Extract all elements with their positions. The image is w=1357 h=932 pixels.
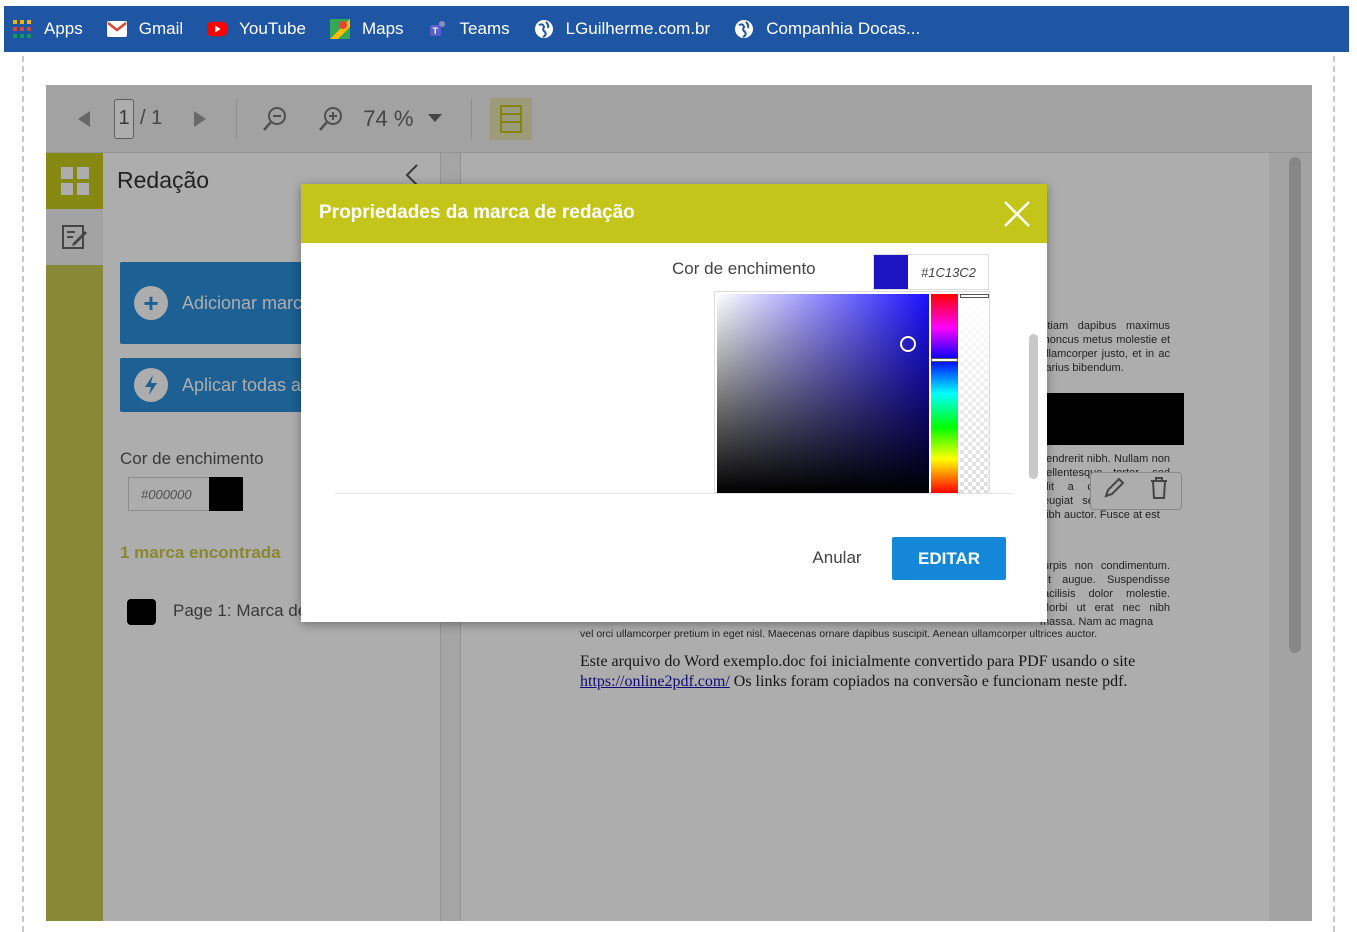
- bookmark-label: LGuilherme.com.br: [565, 19, 711, 38]
- dialog-title: Propriedades da marca de redação: [319, 202, 635, 223]
- maps-icon: [329, 19, 350, 39]
- color-hex-field[interactable]: #1C13C2: [873, 254, 989, 290]
- globe-icon: [734, 19, 754, 39]
- close-dialog-button[interactable]: [1001, 198, 1033, 230]
- fill-color-label: Cor de enchimento: [672, 259, 816, 278]
- dialog-scrollbar[interactable]: [1029, 334, 1038, 479]
- dialog-header: Propriedades da marca de redação: [301, 184, 1047, 243]
- dialog-divider: [335, 493, 1013, 494]
- bookmark-label: Companhia Docas...: [766, 19, 921, 38]
- hue-slider-handle[interactable]: [931, 358, 958, 362]
- svg-text:T: T: [432, 26, 438, 36]
- bookmark-label: YouTube: [239, 19, 306, 38]
- teams-icon: T: [428, 19, 448, 39]
- bookmark-label: Apps: [44, 19, 83, 38]
- bookmark-label: Gmail: [138, 19, 184, 38]
- cancel-button[interactable]: Anular: [797, 538, 877, 578]
- color-picker: [714, 291, 990, 493]
- hue-slider[interactable]: [931, 294, 958, 493]
- page-frame-right: [1333, 56, 1335, 932]
- alpha-gradient: [960, 294, 989, 493]
- edit-button[interactable]: EDITAR: [892, 537, 1006, 580]
- bookmark-youtube[interactable]: YouTube: [207, 19, 306, 39]
- bookmark-lguilherme[interactable]: LGuilherme.com.br: [534, 19, 711, 39]
- color-cursor-handle[interactable]: [900, 336, 916, 352]
- globe-icon: [534, 19, 554, 39]
- bookmark-gmail[interactable]: Gmail: [106, 19, 184, 39]
- bookmark-label: Teams: [459, 19, 510, 38]
- bookmark-apps[interactable]: Apps: [12, 19, 83, 39]
- page-frame-left: [22, 56, 24, 932]
- gmail-icon: [106, 19, 127, 39]
- redaction-properties-dialog: Propriedades da marca de redação Cor de …: [301, 184, 1047, 622]
- saturation-value-area[interactable]: [717, 294, 929, 493]
- close-icon: [1004, 201, 1030, 227]
- bookmark-label: Maps: [361, 19, 404, 38]
- youtube-icon: [207, 19, 228, 39]
- selected-color-swatch[interactable]: [874, 255, 908, 289]
- bookmark-maps[interactable]: Maps: [329, 19, 404, 39]
- apps-grid-icon: [12, 19, 32, 39]
- bookmarks-bar: Apps Gmail YouTube Maps T Teams LGuilher…: [4, 6, 1349, 52]
- color-hex-value: #1C13C2: [921, 265, 976, 280]
- bookmark-companhia-docas[interactable]: Companhia Docas...: [734, 19, 920, 39]
- bookmark-teams[interactable]: T Teams: [428, 19, 510, 39]
- alpha-slider-handle[interactable]: [960, 294, 989, 298]
